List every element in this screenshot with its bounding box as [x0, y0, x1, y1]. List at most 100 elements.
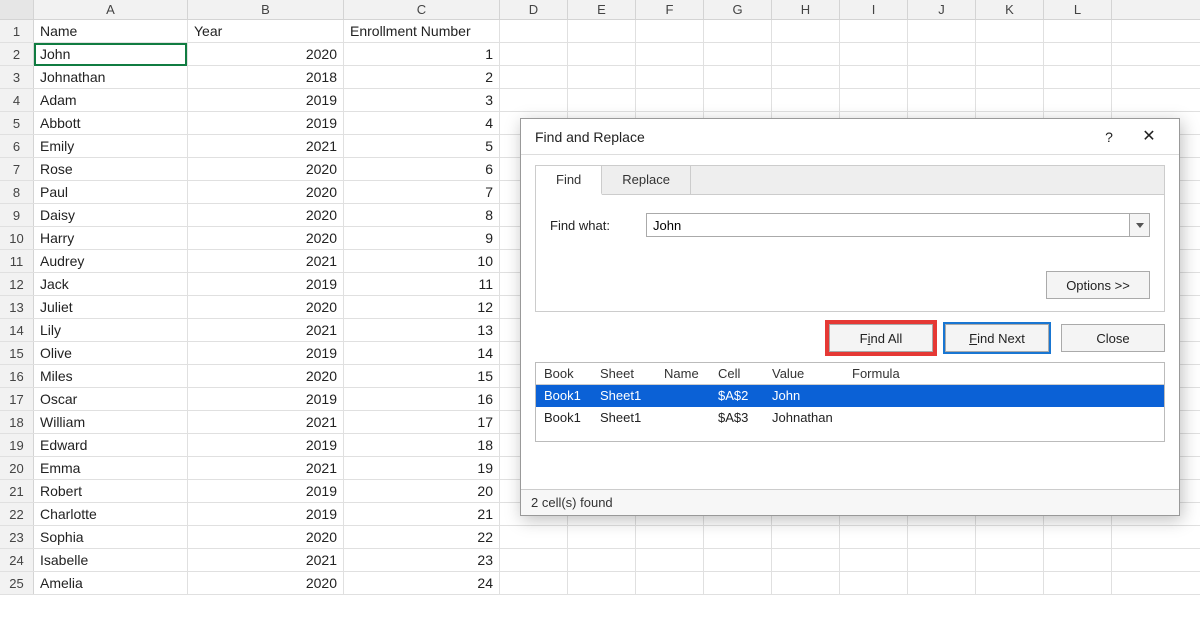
cell-C10[interactable]: 9 [344, 227, 500, 250]
cell-B3[interactable]: 2018 [188, 66, 344, 89]
cell-G2[interactable] [704, 43, 772, 66]
cell-B13[interactable]: 2020 [188, 296, 344, 319]
row-header-16[interactable]: 16 [0, 365, 34, 387]
cell-A10[interactable]: Harry [34, 227, 188, 250]
results-header-book[interactable]: Book [536, 363, 592, 384]
cell-I3[interactable] [840, 66, 908, 89]
cell-I24[interactable] [840, 549, 908, 572]
column-header-F[interactable]: F [636, 0, 704, 19]
cell-A3[interactable]: Johnathan [34, 66, 188, 89]
cell-G3[interactable] [704, 66, 772, 89]
cell-J25[interactable] [908, 572, 976, 595]
row-header-15[interactable]: 15 [0, 342, 34, 364]
cell-H3[interactable] [772, 66, 840, 89]
cell-E4[interactable] [568, 89, 636, 112]
find-history-dropdown[interactable] [1129, 214, 1149, 236]
cell-B10[interactable]: 2020 [188, 227, 344, 250]
cell-C12[interactable]: 11 [344, 273, 500, 296]
cell-A22[interactable]: Charlotte [34, 503, 188, 526]
cell-J3[interactable] [908, 66, 976, 89]
tab-find[interactable]: Find [536, 166, 602, 195]
help-button[interactable]: ? [1089, 122, 1129, 152]
cell-C3[interactable]: 2 [344, 66, 500, 89]
cell-B20[interactable]: 2021 [188, 457, 344, 480]
find-results-list[interactable]: Book Sheet Name Cell Value Formula Book1… [535, 362, 1165, 442]
cell-K3[interactable] [976, 66, 1044, 89]
row-header-17[interactable]: 17 [0, 388, 34, 410]
cell-C24[interactable]: 23 [344, 549, 500, 572]
column-header-D[interactable]: D [500, 0, 568, 19]
results-header-formula[interactable]: Formula [844, 363, 1164, 384]
cell-G25[interactable] [704, 572, 772, 595]
cell-C13[interactable]: 12 [344, 296, 500, 319]
row-header-21[interactable]: 21 [0, 480, 34, 502]
cell-A11[interactable]: Audrey [34, 250, 188, 273]
cell-G24[interactable] [704, 549, 772, 572]
row-header-4[interactable]: 4 [0, 89, 34, 111]
cell-B23[interactable]: 2020 [188, 526, 344, 549]
cell-J24[interactable] [908, 549, 976, 572]
cell-E23[interactable] [568, 526, 636, 549]
row-header-2[interactable]: 2 [0, 43, 34, 65]
cell-A15[interactable]: Olive [34, 342, 188, 365]
cell-A20[interactable]: Emma [34, 457, 188, 480]
cell-B12[interactable]: 2019 [188, 273, 344, 296]
column-header-C[interactable]: C [344, 0, 500, 19]
cell-L25[interactable] [1044, 572, 1112, 595]
cell-B2[interactable]: 2020 [188, 43, 344, 66]
cell-B8[interactable]: 2020 [188, 181, 344, 204]
cell-K2[interactable] [976, 43, 1044, 66]
cell-A8[interactable]: Paul [34, 181, 188, 204]
column-header-B[interactable]: B [188, 0, 344, 19]
cell-A14[interactable]: Lily [34, 319, 188, 342]
cell-D3[interactable] [500, 66, 568, 89]
results-header-value[interactable]: Value [764, 363, 844, 384]
cell-C18[interactable]: 17 [344, 411, 500, 434]
cell-B16[interactable]: 2020 [188, 365, 344, 388]
column-header-J[interactable]: J [908, 0, 976, 19]
cell-A25[interactable]: Amelia [34, 572, 188, 595]
row-header-3[interactable]: 3 [0, 66, 34, 88]
cell-B21[interactable]: 2019 [188, 480, 344, 503]
cell-K25[interactable] [976, 572, 1044, 595]
results-row-0[interactable]: Book1Sheet1$A$2John [536, 385, 1164, 407]
row-header-1[interactable]: 1 [0, 20, 34, 42]
cell-C20[interactable]: 19 [344, 457, 500, 480]
cell-I4[interactable] [840, 89, 908, 112]
cell-C15[interactable]: 14 [344, 342, 500, 365]
column-header-L[interactable]: L [1044, 0, 1112, 19]
cell-C11[interactable]: 10 [344, 250, 500, 273]
cell-B15[interactable]: 2019 [188, 342, 344, 365]
cell-G23[interactable] [704, 526, 772, 549]
row-header-23[interactable]: 23 [0, 526, 34, 548]
cell-B22[interactable]: 2019 [188, 503, 344, 526]
row-header-19[interactable]: 19 [0, 434, 34, 456]
cell-J23[interactable] [908, 526, 976, 549]
cell-C6[interactable]: 5 [344, 135, 500, 158]
cell-L24[interactable] [1044, 549, 1112, 572]
find-what-input[interactable] [647, 214, 1129, 236]
cell-G1[interactable] [704, 20, 772, 43]
close-icon[interactable]: ✕ [1129, 122, 1169, 152]
cell-C22[interactable]: 21 [344, 503, 500, 526]
cell-B7[interactable]: 2020 [188, 158, 344, 181]
cell-J4[interactable] [908, 89, 976, 112]
row-header-10[interactable]: 10 [0, 227, 34, 249]
cell-C1[interactable]: Enrollment Number [344, 20, 500, 43]
results-header-cell[interactable]: Cell [710, 363, 764, 384]
cell-B14[interactable]: 2021 [188, 319, 344, 342]
cell-J1[interactable] [908, 20, 976, 43]
find-all-button[interactable]: Find All [829, 324, 933, 352]
cell-J2[interactable] [908, 43, 976, 66]
cell-A24[interactable]: Isabelle [34, 549, 188, 572]
tab-replace[interactable]: Replace [602, 166, 691, 195]
cell-I23[interactable] [840, 526, 908, 549]
column-header-I[interactable]: I [840, 0, 908, 19]
cell-B6[interactable]: 2021 [188, 135, 344, 158]
cell-A16[interactable]: Miles [34, 365, 188, 388]
cell-F23[interactable] [636, 526, 704, 549]
cell-A4[interactable]: Adam [34, 89, 188, 112]
cell-C7[interactable]: 6 [344, 158, 500, 181]
cell-B4[interactable]: 2019 [188, 89, 344, 112]
row-header-5[interactable]: 5 [0, 112, 34, 134]
